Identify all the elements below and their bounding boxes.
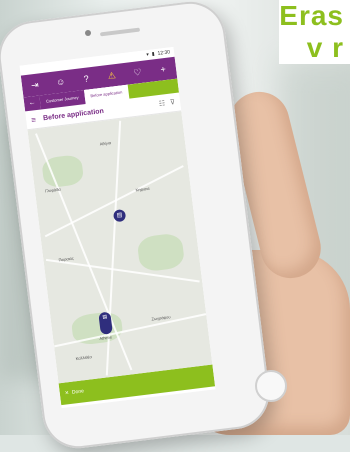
phone: ▾ ▮ 12:30 ⇥ ☺ ? ⚠ ♡ + ← Customer Journey…: [0, 0, 350, 452]
plus-icon[interactable]: +: [157, 64, 170, 75]
status-time: 12:30: [157, 49, 171, 57]
close-icon[interactable]: ✕: [64, 390, 69, 396]
map[interactable]: Αθήνα Γλυφάδα Κηφισιά Πειραιάς Ζωγράφου …: [27, 111, 213, 384]
battery-icon: ▮: [151, 51, 156, 58]
help-icon[interactable]: ?: [80, 73, 93, 84]
back-icon[interactable]: ←: [23, 95, 42, 112]
logout-icon[interactable]: ⇥: [28, 79, 41, 91]
list-view-icon[interactable]: ☷: [158, 99, 165, 108]
heart-icon[interactable]: ♡: [131, 66, 144, 78]
map-park: [136, 232, 186, 273]
map-label: Καλλιθέα: [75, 354, 92, 362]
menu-icon[interactable]: ≡: [31, 114, 44, 125]
bell-icon[interactable]: ⚠: [105, 69, 118, 81]
bottom-bar-label[interactable]: Done: [72, 388, 85, 395]
user-icon[interactable]: ☺: [54, 76, 67, 87]
filter-icon[interactable]: ⊽: [170, 98, 176, 107]
phone-camera: [85, 30, 91, 36]
map-label: Πειραιάς: [58, 255, 74, 263]
map-label: Αθήνα: [99, 140, 112, 147]
map-label: Κηφισιά: [135, 185, 150, 193]
map-pin[interactable]: ▤: [112, 208, 127, 223]
home-button[interactable]: [255, 370, 287, 402]
signal-icon: ▾: [146, 51, 150, 59]
